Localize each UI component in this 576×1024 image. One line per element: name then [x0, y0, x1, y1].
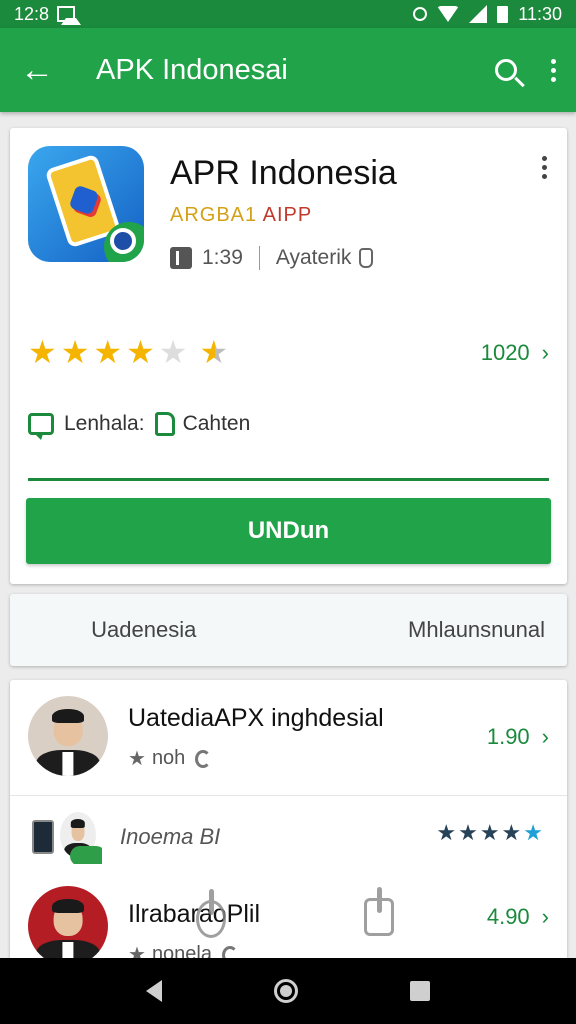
card-menu-icon[interactable] [542, 156, 547, 179]
list-item-value: 4.90 › [486, 904, 549, 929]
rating-stars: ★ ★ ★ ★ ★ ★ [28, 336, 228, 368]
nav-recents-icon[interactable] [410, 981, 430, 1001]
rating-count-link[interactable]: 1020 › [481, 340, 549, 366]
list-item-value: 1.90 › [486, 724, 549, 749]
meta-version: 1:39 [202, 246, 243, 269]
avatar [28, 886, 108, 960]
app-logo-icon [28, 146, 144, 262]
info-link-1[interactable]: Lenhala: [64, 412, 145, 436]
developer-name[interactable]: ARGBA1 AIPP [170, 204, 312, 227]
app-meta: 1:39 Ayaterik [170, 246, 374, 270]
wifi-icon [437, 6, 460, 22]
avatar [32, 812, 102, 864]
meta-divider [258, 246, 260, 270]
green-divider [28, 478, 549, 481]
search-icon[interactable] [495, 59, 517, 81]
app-details-card: APR Indonesia ARGBA1 AIPP 1:39 Ayaterik … [10, 128, 567, 584]
app-bar: ← APK Indonesai [0, 28, 576, 112]
avatar [28, 696, 108, 776]
tab-left[interactable]: Uadenesia [10, 617, 278, 643]
touch-hand-icon [364, 887, 394, 936]
gallery-notification-icon [57, 6, 82, 25]
content-rating-icon [170, 247, 192, 269]
nav-home-icon[interactable] [274, 979, 298, 1003]
status-time-left: 12:8 [14, 3, 50, 24]
touch-hand-icon [196, 889, 226, 938]
chevron-right-icon: › [541, 724, 549, 749]
chevron-right-icon: › [541, 340, 549, 365]
star-icon: ★ [128, 748, 146, 770]
star-half-icon: ★ [199, 334, 229, 370]
app-name: APR Indonesia [170, 154, 397, 192]
tabs-card: Uadenesia Mhlaunsnunal [10, 594, 567, 666]
list-item[interactable]: Inoema BI ★★★★★ [10, 796, 567, 880]
signal-icon [469, 5, 488, 23]
overflow-menu-icon[interactable] [551, 58, 556, 82]
download-icon [195, 749, 212, 768]
rating-stars: ★★★★★ [436, 820, 545, 845]
share-icon [154, 412, 175, 436]
list-item-title: Inoema BI [120, 824, 221, 849]
list-item-sub: ★ noh [128, 746, 212, 771]
list-item[interactable]: UatediaAPX inghdesial ★ noh 1.90 › [10, 680, 567, 796]
list-item-title: UatediaAPX inghdesial [128, 704, 384, 732]
rating-count: 1020 [480, 340, 530, 365]
tab-right[interactable]: Mhlaunsnunal [278, 617, 568, 643]
star-icon: ★ [93, 334, 123, 370]
status-bar: 12:8 11:30 [0, 0, 576, 28]
battery-icon [497, 5, 509, 23]
nav-back-icon[interactable] [146, 980, 162, 1002]
star-icon: ★ [126, 334, 155, 370]
chevron-right-icon: › [541, 904, 549, 929]
back-arrow-icon[interactable]: ← [20, 53, 60, 87]
install-button[interactable]: UNDun [26, 498, 551, 564]
chat-icon [28, 413, 54, 440]
list-item-title: IlrabaraoPlil [128, 900, 261, 928]
info-links: Lenhala: Cahten [28, 412, 251, 440]
status-time-right: 11:30 [518, 3, 562, 24]
app-bar-title: APK Indonesai [96, 53, 288, 86]
info-link-2[interactable]: Cahten [183, 412, 251, 436]
list-item[interactable]: IlrabaraoPlil ★ nonela 4.90 › [10, 880, 567, 960]
hand-icon [359, 248, 374, 268]
star-icon: ★ [28, 334, 57, 370]
system-nav-bar [0, 958, 576, 1024]
meta-label: Ayaterik [275, 246, 352, 269]
star-icon: ★ [60, 334, 90, 370]
alarm-icon [413, 7, 428, 21]
related-apps-list: UatediaAPX inghdesial ★ noh 1.90 › Inoem… [10, 680, 567, 960]
star-empty-icon: ★ [158, 334, 188, 370]
